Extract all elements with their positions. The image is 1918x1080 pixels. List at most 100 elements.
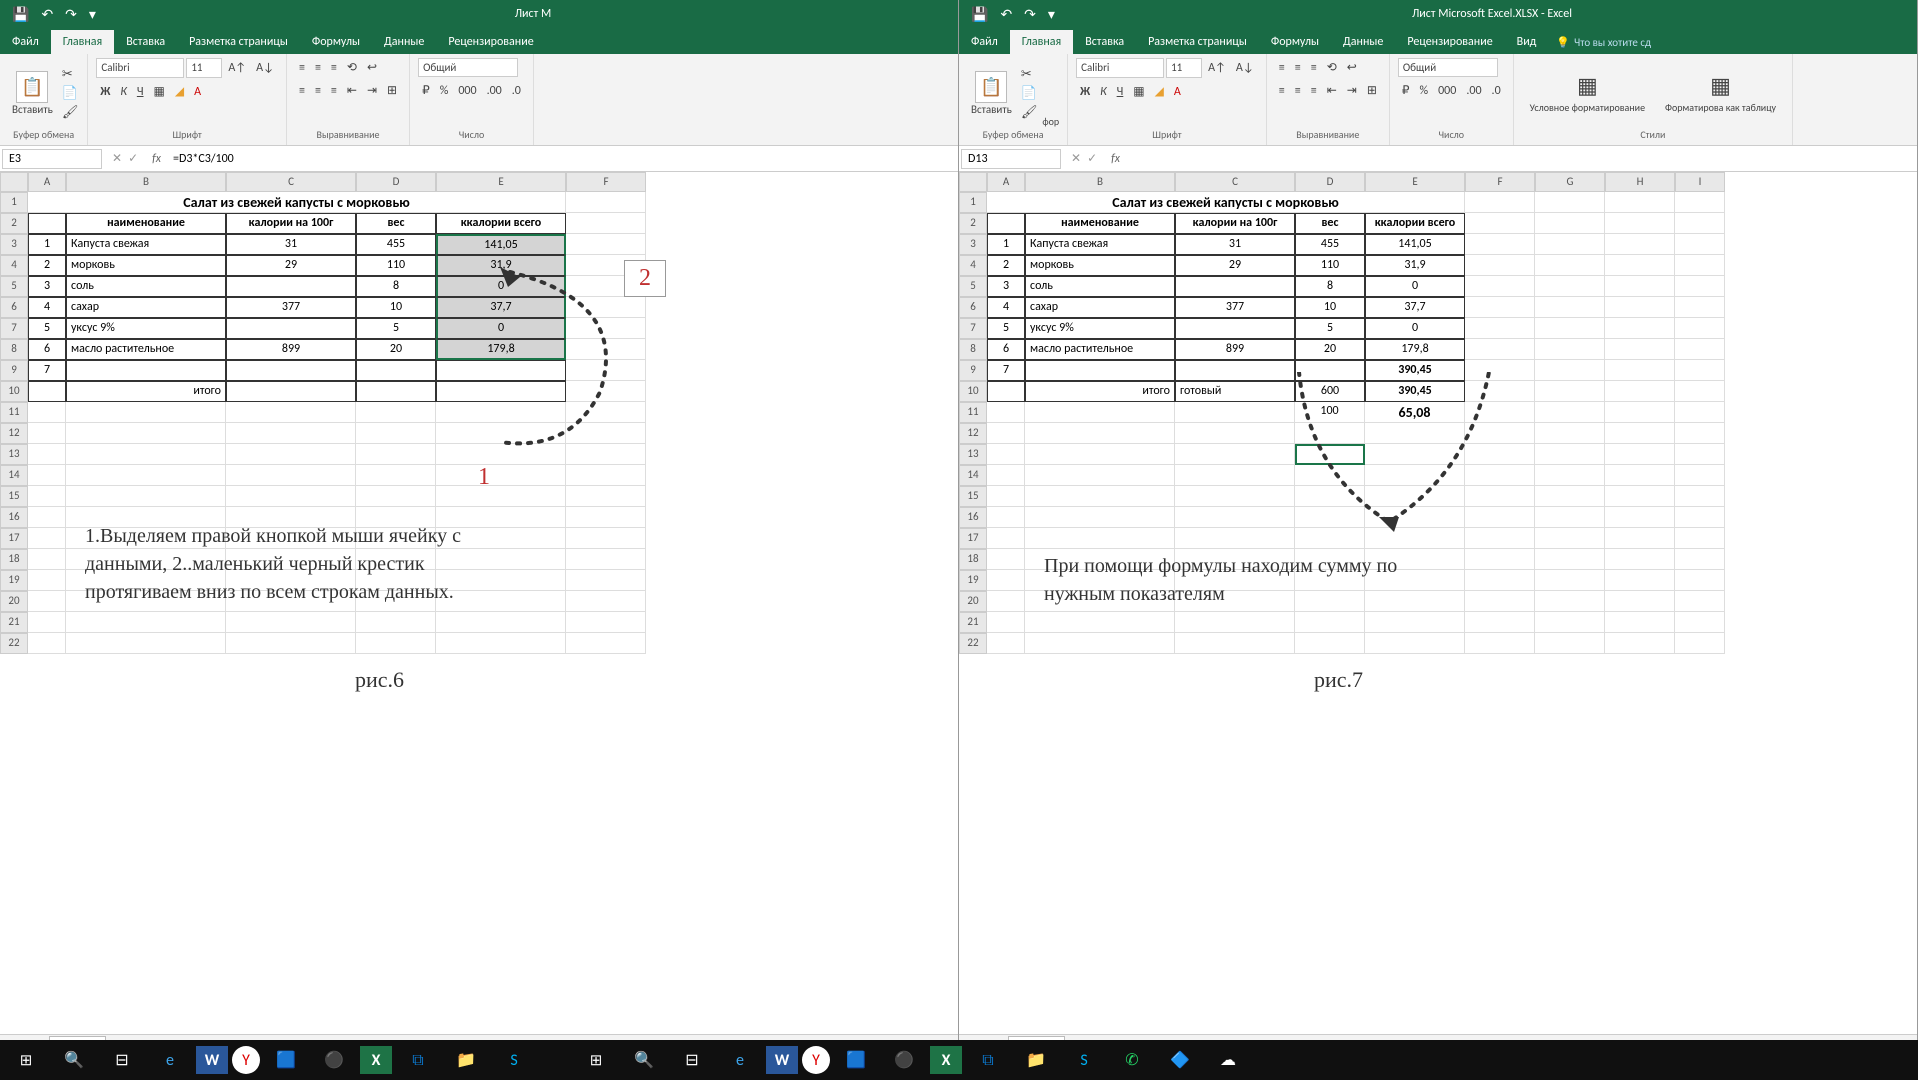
dropbox-icon[interactable]: ⧉ (966, 1042, 1010, 1078)
edge-icon[interactable]: e (718, 1042, 762, 1078)
cell-D4[interactable]: 110 (356, 255, 436, 276)
row-header-13[interactable]: 13 (0, 444, 28, 465)
cell-B10[interactable]: итого (1025, 381, 1175, 402)
cell-D13[interactable] (356, 444, 436, 465)
cell-G11[interactable] (1535, 402, 1605, 423)
col-header-A[interactable]: A (987, 172, 1025, 192)
row-header-20[interactable]: 20 (959, 591, 987, 612)
conditional-formatting-button[interactable]: ▦ Условное форматирование (1522, 68, 1653, 118)
row-header-1[interactable]: 1 (959, 192, 987, 213)
cell-E4[interactable]: 31,9 (436, 255, 566, 276)
bold-button[interactable]: Ж (1076, 83, 1094, 101)
increase-indent-icon[interactable]: ⇥ (363, 81, 381, 100)
fx-icon[interactable]: fx (1105, 152, 1126, 166)
cell-A3[interactable]: 1 (987, 234, 1025, 255)
cell-C2[interactable]: калории на 100г (1175, 213, 1295, 234)
number-format-select[interactable]: Общий (1398, 58, 1498, 77)
cell-A18[interactable] (987, 549, 1025, 570)
merge-icon[interactable]: ⊞ (383, 81, 401, 100)
cell-C21[interactable] (1175, 612, 1295, 633)
cell-A4[interactable]: 2 (987, 255, 1025, 276)
cell-A14[interactable] (28, 465, 66, 486)
row-header-19[interactable]: 19 (0, 570, 28, 591)
redo-icon[interactable]: ↷ (1024, 6, 1036, 23)
cell-G6[interactable] (1535, 297, 1605, 318)
cell-H13[interactable] (1605, 444, 1675, 465)
cell-E7[interactable]: 0 (436, 318, 566, 339)
redo-icon[interactable]: ↷ (65, 6, 77, 23)
cell-E7[interactable]: 0 (1365, 318, 1465, 339)
cell-B6[interactable]: сахар (66, 297, 226, 318)
cell-A6[interactable]: 4 (28, 297, 66, 318)
increase-decimal-icon[interactable]: .00 (1462, 82, 1485, 100)
format-painter-icon[interactable]: 🖌 (61, 104, 80, 121)
cell-F13[interactable] (566, 444, 646, 465)
cell-A21[interactable] (28, 612, 66, 633)
row-header-2[interactable]: 2 (0, 213, 28, 234)
cell-F11[interactable] (1465, 402, 1535, 423)
cell-A14[interactable] (987, 465, 1025, 486)
cell-G5[interactable] (1535, 276, 1605, 297)
search-icon[interactable]: 🔍 (622, 1042, 666, 1078)
cell-E13[interactable] (436, 444, 566, 465)
row-header-20[interactable]: 20 (0, 591, 28, 612)
cell-I6[interactable] (1675, 297, 1725, 318)
row-header-6[interactable]: 6 (959, 297, 987, 318)
search-icon[interactable]: 🔍 (52, 1042, 96, 1078)
cell-B8[interactable]: масло растительное (66, 339, 226, 360)
increase-font-icon[interactable]: A↑ (1204, 59, 1230, 77)
format-as-table-button[interactable]: ▦ Форматирова как таблицу (1657, 68, 1784, 118)
number-format-select[interactable]: Общий (418, 58, 518, 77)
qat-dropdown-icon[interactable]: ▾ (89, 6, 96, 23)
cell-A1[interactable]: Салат из свежей капусты с морковью (987, 192, 1465, 213)
row-header-14[interactable]: 14 (959, 465, 987, 486)
cell-H2[interactable] (1605, 213, 1675, 234)
whatsapp-icon[interactable]: ✆ (1110, 1042, 1154, 1078)
align-top-icon[interactable]: ≡ (1275, 59, 1289, 77)
formula-input[interactable] (1126, 157, 1917, 161)
col-header-F[interactable]: F (566, 172, 646, 192)
cell-G10[interactable] (1535, 381, 1605, 402)
cell-B4[interactable]: морковь (1025, 255, 1175, 276)
row-header-17[interactable]: 17 (0, 528, 28, 549)
cell-I14[interactable] (1675, 465, 1725, 486)
row-header-5[interactable]: 5 (0, 276, 28, 297)
tab-view[interactable]: Вид (1505, 30, 1549, 54)
cell-A5[interactable]: 3 (987, 276, 1025, 297)
cell-B11[interactable] (1025, 402, 1175, 423)
row-header-21[interactable]: 21 (0, 612, 28, 633)
cell-A2[interactable] (28, 213, 66, 234)
cell-C3[interactable]: 31 (1175, 234, 1295, 255)
col-header-C[interactable]: C (226, 172, 356, 192)
cell-I17[interactable] (1675, 528, 1725, 549)
cell-C12[interactable] (1175, 423, 1295, 444)
cell-I12[interactable] (1675, 423, 1725, 444)
cell-D8[interactable]: 20 (1295, 339, 1365, 360)
cell-A8[interactable]: 6 (987, 339, 1025, 360)
row-header-10[interactable]: 10 (959, 381, 987, 402)
cell-E14[interactable] (436, 465, 566, 486)
cell-E6[interactable]: 37,7 (436, 297, 566, 318)
cell-E15[interactable] (1365, 486, 1465, 507)
cell-F22[interactable] (1465, 633, 1535, 654)
cell-D6[interactable]: 10 (1295, 297, 1365, 318)
row-header-12[interactable]: 12 (959, 423, 987, 444)
cell-F1[interactable] (1465, 192, 1535, 213)
fill-color-icon[interactable]: ◢ (171, 82, 188, 101)
cell-B4[interactable]: морковь (66, 255, 226, 276)
cell-D6[interactable]: 10 (356, 297, 436, 318)
cell-F21[interactable] (1465, 612, 1535, 633)
cell-A20[interactable] (987, 591, 1025, 612)
font-color-icon[interactable]: A (190, 83, 205, 101)
cell-F5[interactable] (1465, 276, 1535, 297)
cell-A15[interactable] (28, 486, 66, 507)
cell-C21[interactable] (226, 612, 356, 633)
cut-icon[interactable]: ✂ (1020, 66, 1039, 83)
cell-F7[interactable] (566, 318, 646, 339)
explorer-icon[interactable]: 📁 (444, 1042, 488, 1078)
cell-E22[interactable] (436, 633, 566, 654)
align-middle-icon[interactable]: ≡ (1291, 59, 1305, 77)
col-header-B[interactable]: B (1025, 172, 1175, 192)
cell-G9[interactable] (1535, 360, 1605, 381)
cell-G3[interactable] (1535, 234, 1605, 255)
